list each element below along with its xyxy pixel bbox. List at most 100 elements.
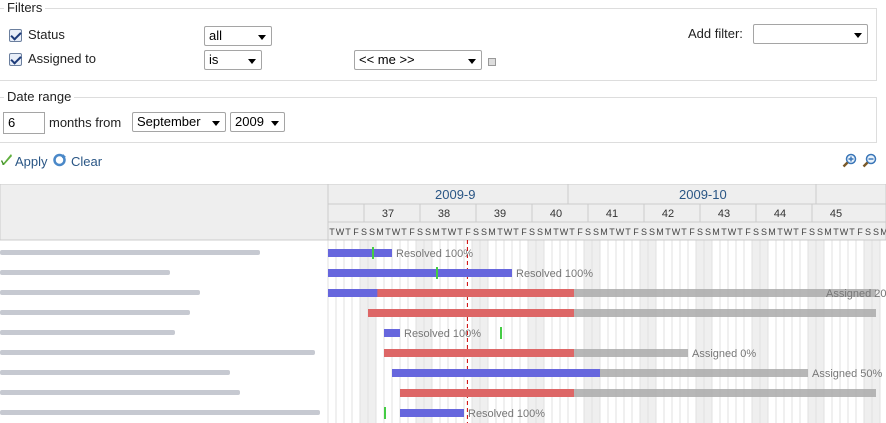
day-letter: S xyxy=(425,227,431,237)
subjects-header xyxy=(0,184,329,241)
day-letter: S xyxy=(593,227,599,237)
day-letter: T xyxy=(569,227,575,237)
day-letter: S xyxy=(649,227,655,237)
week-number: 38 xyxy=(438,208,450,220)
month-label: 2009-10 xyxy=(679,187,727,202)
day-letter: S xyxy=(809,227,815,237)
week-number: 40 xyxy=(550,208,562,220)
day-letter: S xyxy=(481,227,487,237)
add-filter-select[interactable] xyxy=(753,24,868,44)
day-letter: T xyxy=(513,227,519,237)
day-letter: T xyxy=(777,227,783,237)
day-letter: F xyxy=(857,227,863,237)
date-range-legend: Date range xyxy=(4,89,75,104)
issue-subject[interactable] xyxy=(0,330,175,335)
day-letter: T xyxy=(625,227,631,237)
day-letter: M xyxy=(544,227,552,237)
day-letter: T xyxy=(441,227,447,237)
week-number: 37 xyxy=(382,208,394,220)
day-letter: S xyxy=(417,227,423,237)
task-status-label: Assigned 20% xyxy=(826,288,886,300)
months-from-label: months from xyxy=(49,115,122,130)
day-letter: F xyxy=(577,227,583,237)
day-letter: S xyxy=(697,227,703,237)
day-letter: T xyxy=(457,227,463,237)
day-letter: S xyxy=(641,227,647,237)
day-letter: W xyxy=(392,227,401,237)
day-letter: F xyxy=(689,227,695,237)
day-letter: T xyxy=(833,227,839,237)
filters-fieldset xyxy=(0,8,877,81)
day-letter: W xyxy=(840,227,849,237)
refresh-icon[interactable] xyxy=(52,153,67,167)
issue-subject[interactable] xyxy=(0,370,230,375)
issue-subject[interactable] xyxy=(0,310,190,315)
day-letter: S xyxy=(761,227,767,237)
task-bar-late[interactable] xyxy=(400,389,574,397)
day-letter: W xyxy=(616,227,625,237)
day-letter: M xyxy=(376,227,384,237)
assigned-value-select[interactable]: << me >> xyxy=(354,50,482,70)
task-bar-done[interactable] xyxy=(400,409,464,417)
day-letter: T xyxy=(329,227,335,237)
assigned-to-checkbox[interactable] xyxy=(9,53,22,66)
week-number: 45 xyxy=(830,208,842,220)
day-letter: S xyxy=(369,227,375,237)
filters-legend: Filters xyxy=(4,0,46,15)
month-select[interactable]: September xyxy=(132,112,226,132)
issue-subject[interactable] xyxy=(0,410,320,415)
clear-link[interactable]: Clear xyxy=(71,154,102,169)
day-letter: W xyxy=(672,227,681,237)
task-bar-done[interactable] xyxy=(384,329,400,337)
day-letter: F xyxy=(353,227,359,237)
day-letter: T xyxy=(401,227,407,237)
task-bar-done[interactable] xyxy=(328,289,378,297)
issue-subject[interactable] xyxy=(0,350,315,355)
task-bar-done[interactable] xyxy=(328,269,512,277)
weekend-column xyxy=(368,240,376,423)
task-bar-late[interactable] xyxy=(368,309,574,317)
day-letter: F xyxy=(745,227,751,237)
milestone-marker xyxy=(384,407,386,419)
day-letter: T xyxy=(849,227,855,237)
task-bar-done[interactable] xyxy=(392,369,600,377)
issue-subject[interactable] xyxy=(0,250,260,255)
year-select[interactable]: 2009 xyxy=(230,112,285,132)
day-letter: W xyxy=(560,227,569,237)
day-letter: S xyxy=(705,227,711,237)
day-letter: S xyxy=(529,227,535,237)
task-bar-late[interactable] xyxy=(384,349,574,357)
day-letter: M xyxy=(656,227,664,237)
issue-subject[interactable] xyxy=(0,290,200,295)
apply-link[interactable]: Apply xyxy=(15,154,48,169)
day-letter: T xyxy=(721,227,727,237)
issue-subject[interactable] xyxy=(0,270,170,275)
milestone-marker xyxy=(436,267,438,279)
check-icon[interactable] xyxy=(0,153,12,166)
day-letter: T xyxy=(497,227,503,237)
weekend-column xyxy=(360,240,368,423)
zoom-in-icon[interactable] xyxy=(842,153,857,168)
day-letter: S xyxy=(537,227,543,237)
day-letter: W xyxy=(784,227,793,237)
day-letter: M xyxy=(712,227,720,237)
task-bar-done[interactable] xyxy=(328,249,392,257)
assigned-to-label: Assigned to xyxy=(28,51,96,66)
day-letter: S xyxy=(361,227,367,237)
day-letter: S xyxy=(753,227,759,237)
day-letter: T xyxy=(609,227,615,237)
issue-subject[interactable] xyxy=(0,390,240,395)
day-letter: T xyxy=(345,227,351,237)
day-letter: M xyxy=(488,227,496,237)
small-square-icon[interactable] xyxy=(488,58,496,66)
assigned-operator-select[interactable]: is xyxy=(204,50,262,70)
status-checkbox[interactable] xyxy=(9,29,22,42)
task-status-label: Resolved 100% xyxy=(516,268,593,280)
months-input[interactable]: 6 xyxy=(3,112,45,134)
status-select[interactable]: all xyxy=(204,26,272,46)
week-number: 42 xyxy=(662,208,674,220)
day-letter: F xyxy=(409,227,415,237)
day-letter: M xyxy=(880,227,886,237)
zoom-out-icon[interactable] xyxy=(862,153,877,168)
milestone-marker xyxy=(372,247,374,259)
